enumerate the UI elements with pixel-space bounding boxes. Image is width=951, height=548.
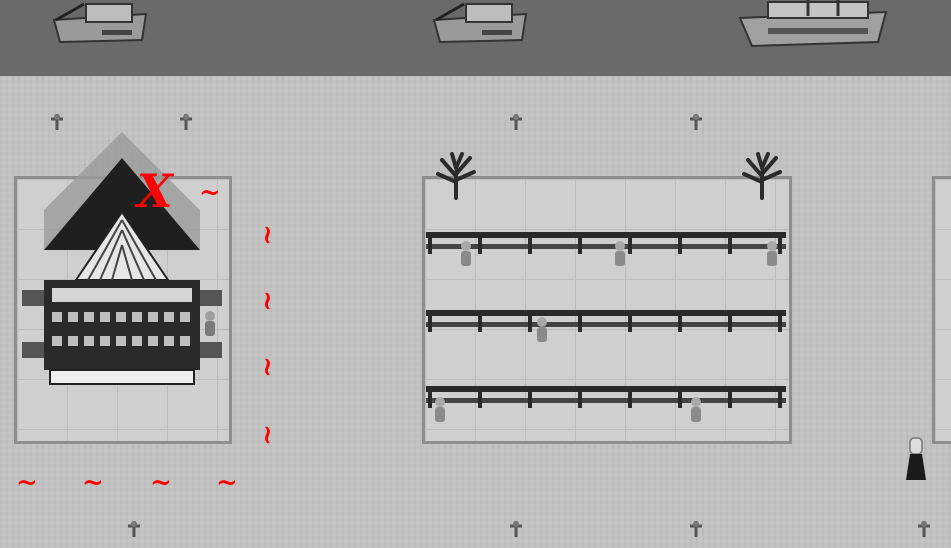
- game-map[interactable]: X ~ ~ ~ ~ ~ ~ ~ ~ ~: [0, 0, 951, 548]
- lamp-post-icon: [51, 114, 63, 130]
- ship-icon[interactable]: [738, 0, 888, 48]
- tilde-marker: ~: [16, 468, 38, 498]
- lamp-post-icon: [690, 521, 702, 537]
- tilde-marker: ~: [199, 178, 221, 208]
- tilde-marker: ~: [251, 424, 282, 446]
- building-lot-edge: [932, 176, 951, 444]
- tree-icon: [436, 152, 476, 200]
- lamp-post-icon: [510, 521, 522, 537]
- player-character-icon[interactable]: [904, 436, 928, 482]
- tilde-marker: ~: [251, 224, 282, 246]
- tree-icon: [742, 152, 782, 200]
- building-icon[interactable]: [22, 130, 222, 386]
- tilde-marker: ~: [216, 468, 238, 498]
- villager-icon[interactable]: [458, 240, 474, 268]
- tilde-marker: ~: [251, 356, 282, 378]
- ship-icon[interactable]: [430, 0, 530, 46]
- ship-icon[interactable]: [50, 0, 150, 46]
- lamp-post-icon: [180, 114, 192, 130]
- lamp-post-icon: [510, 114, 522, 130]
- fence-icon: [426, 386, 786, 408]
- lamp-post-icon: [690, 114, 702, 130]
- villager-icon[interactable]: [534, 316, 550, 344]
- tilde-marker: ~: [251, 290, 282, 312]
- villager-icon[interactable]: [688, 396, 704, 424]
- villager-icon[interactable]: [432, 396, 448, 424]
- tilde-marker: ~: [82, 468, 104, 498]
- fence-icon: [426, 232, 786, 254]
- villager-icon[interactable]: [612, 240, 628, 268]
- tilde-marker: ~: [150, 468, 172, 498]
- villager-icon[interactable]: [764, 240, 780, 268]
- fence-icon: [426, 310, 786, 332]
- lamp-post-icon: [918, 521, 930, 537]
- villager-icon[interactable]: [202, 310, 218, 338]
- lamp-post-icon: [128, 521, 140, 537]
- x-marker: X: [137, 164, 173, 218]
